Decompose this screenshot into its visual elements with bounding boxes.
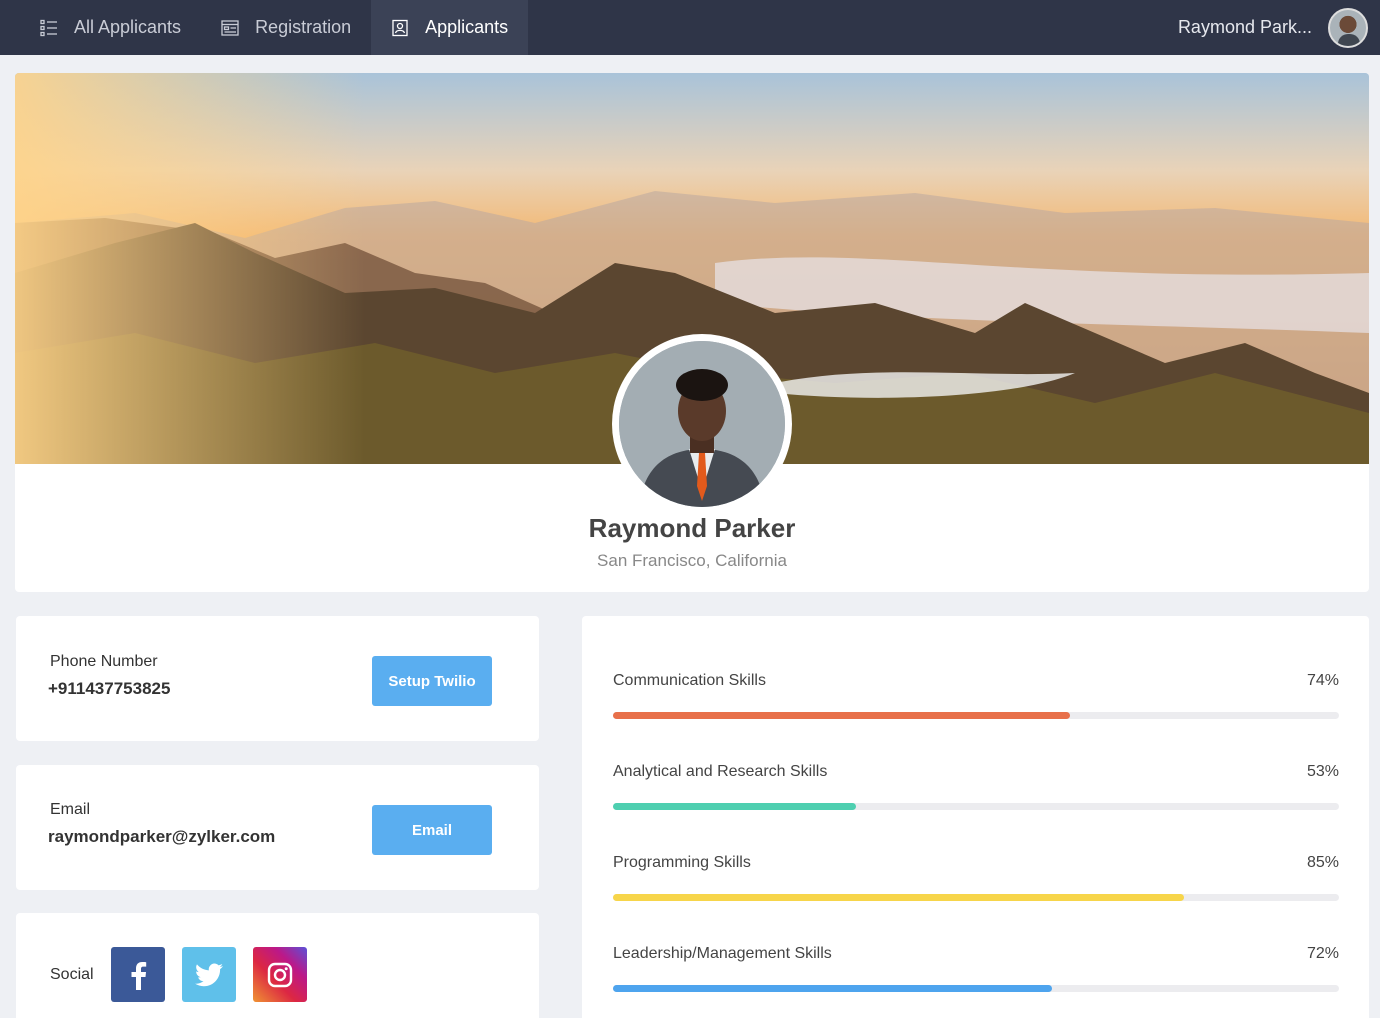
top-nav: All Applicants Registration Applicants R… [0, 0, 1380, 55]
skill-percent: 74% [1306, 672, 1339, 689]
setup-twilio-button[interactable]: Setup Twilio [372, 656, 492, 706]
skill-progress-fill [613, 712, 1071, 719]
phone-label: Phone Number [50, 653, 158, 670]
skill-percent: 53% [1306, 763, 1339, 780]
skill-progress-track [613, 712, 1339, 719]
skill-progress-fill [613, 985, 1053, 992]
email-card: Email raymondparker@zylker.com Email [16, 765, 539, 890]
phone-value: +911437753825 [48, 679, 171, 698]
twitter-button[interactable] [182, 947, 236, 1002]
skill-progress-track [613, 894, 1339, 901]
avatar[interactable] [1328, 7, 1368, 48]
tab-applicants[interactable]: Applicants [371, 0, 529, 55]
skill-progress-track [613, 985, 1339, 992]
profile-avatar [612, 334, 792, 514]
form-icon [221, 19, 239, 36]
phone-card: Phone Number +911437753825 Setup Twilio [16, 616, 539, 741]
profile-name: Raymond Parker [588, 513, 796, 543]
profile-card: Raymond Parker San Francisco, California [15, 73, 1369, 592]
user-name: Raymond Park... [1177, 17, 1312, 37]
facebook-button[interactable] [111, 947, 165, 1002]
skill-name: Leadership/Management Skills [613, 945, 832, 962]
skill-percent: 72% [1306, 945, 1339, 962]
profile-location: San Francisco, California [597, 551, 787, 570]
skill-percent: 85% [1306, 854, 1339, 871]
tab-label: Applicants [425, 17, 509, 37]
skill-progress-track [613, 803, 1339, 810]
social-label: Social [50, 966, 94, 983]
instagram-button[interactable] [253, 947, 307, 1002]
skill-progress-fill [613, 803, 857, 810]
twitter-icon [195, 962, 223, 986]
user-menu[interactable]: Raymond Park... [1178, 0, 1380, 55]
skill-name: Communication Skills [613, 672, 766, 689]
list-icon [40, 19, 57, 36]
email-button[interactable]: Email [372, 805, 492, 855]
facebook-icon [131, 961, 147, 990]
email-value: raymondparker@zylker.com [48, 827, 276, 846]
skill-progress-fill [613, 894, 1185, 901]
tab-label: Registration [255, 17, 352, 37]
skills-card: Communication Skills 74% Analytical and … [582, 616, 1369, 1018]
tab-label: All Applicants [74, 17, 182, 37]
email-label: Email [50, 801, 91, 818]
contact-card-icon [392, 19, 408, 36]
instagram-icon [267, 962, 293, 987]
skill-name: Analytical and Research Skills [613, 763, 828, 780]
skill-name: Programming Skills [613, 854, 751, 871]
social-card: Social [16, 913, 539, 1018]
tab-all-applicants[interactable]: All Applicants [0, 0, 201, 55]
profile-photo [619, 341, 785, 507]
tab-registration[interactable]: Registration [201, 0, 371, 55]
